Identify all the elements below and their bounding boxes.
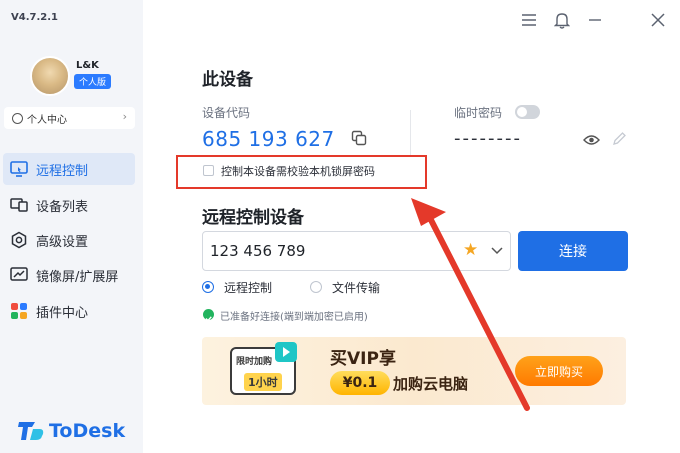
- eye-icon[interactable]: [583, 132, 600, 146]
- settings-icon: [10, 231, 28, 249]
- user-center-button[interactable]: 个人中心 ›: [4, 107, 135, 129]
- promo-card-top-text: 限时加购: [236, 357, 273, 367]
- sidebar: V4.7.2.1 L&K 个人版 个人中心 › 远程控制 设备列表 高级设置 镜…: [0, 0, 143, 453]
- device-code-label: 设备代码: [202, 106, 251, 120]
- sidebar-item-label: 高级设置: [36, 234, 89, 250]
- sidebar-item-label: 镜像屏/扩展屏: [36, 269, 119, 285]
- promo-price: ¥0.1: [330, 371, 390, 395]
- radio-file-transfer[interactable]: [310, 281, 322, 293]
- star-icon[interactable]: ★: [463, 240, 478, 260]
- sidebar-item-remote-control[interactable]: 远程控制: [3, 153, 135, 185]
- avatar[interactable]: [30, 56, 70, 96]
- promo-banner[interactable]: 限时加购 1小时 买VIP享 ¥0.1 加购云电脑 立即购买: [202, 337, 626, 405]
- shield-check-icon: [203, 309, 214, 322]
- minimize-icon[interactable]: [585, 10, 605, 30]
- promo-vip-text: 买VIP享: [330, 349, 396, 369]
- bell-icon[interactable]: [552, 10, 572, 30]
- username: L&K: [76, 60, 99, 71]
- lock-screen-password-checkbox[interactable]: [203, 165, 214, 176]
- sidebar-item-label: 设备列表: [36, 199, 89, 215]
- menu-icon[interactable]: [519, 10, 539, 30]
- connection-status: 已准备好连接(端到端加密已启用): [220, 312, 368, 323]
- user-icon: [12, 112, 23, 124]
- todesk-logo: ToDesk: [18, 420, 125, 442]
- divider: [410, 110, 411, 155]
- device-list-icon: [10, 196, 28, 214]
- sidebar-item-settings[interactable]: 高级设置: [3, 224, 135, 256]
- radio-remote-control-label: 远程控制: [224, 281, 273, 295]
- temp-password-label: 临时密码: [454, 106, 503, 120]
- radio-remote-control[interactable]: [202, 281, 214, 293]
- chevron-down-icon[interactable]: [490, 242, 504, 256]
- close-icon[interactable]: [648, 10, 668, 30]
- app-version: V4.7.2.1: [11, 12, 58, 23]
- sidebar-item-mirror-screen[interactable]: 镜像屏/扩展屏: [3, 259, 135, 291]
- promo-card-hour: 1小时: [244, 373, 282, 391]
- remote-control-icon: [10, 160, 28, 178]
- promo-add-text: 加购云电脑: [393, 375, 469, 393]
- edition-badge: 个人版: [74, 74, 112, 89]
- copy-icon[interactable]: [351, 130, 367, 146]
- temp-password-value: --------: [454, 128, 522, 149]
- edit-pencil-icon[interactable]: [612, 131, 627, 146]
- device-code: 685 193 627: [202, 127, 335, 151]
- this-device-heading: 此设备: [202, 70, 253, 90]
- mirror-screen-icon: [10, 266, 28, 284]
- remote-id-value: 123 456 789: [210, 242, 306, 260]
- remote-id-input[interactable]: 123 456 789 ★: [202, 231, 511, 271]
- chevron-right-icon: ›: [122, 110, 127, 123]
- lock-screen-password-label: 控制本设备需校验本机锁屏密码: [221, 165, 375, 178]
- sidebar-item-device-list[interactable]: 设备列表: [3, 189, 135, 221]
- radio-file-transfer-label: 文件传输: [332, 281, 381, 295]
- buy-now-button[interactable]: 立即购买: [515, 356, 603, 386]
- connect-button[interactable]: 连接: [518, 231, 628, 271]
- sidebar-item-label: 远程控制: [36, 163, 89, 179]
- sidebar-item-label: 插件中心: [36, 305, 89, 321]
- plugin-icon: [10, 302, 28, 320]
- user-center-label: 个人中心: [27, 114, 67, 126]
- temp-password-toggle[interactable]: [515, 105, 540, 119]
- todesk-logo-icon: [18, 422, 44, 440]
- logo-text: ToDesk: [49, 420, 126, 442]
- sidebar-item-plugins[interactable]: 插件中心: [3, 295, 135, 327]
- remote-control-heading: 远程控制设备: [202, 208, 304, 228]
- play-icon: [275, 342, 297, 362]
